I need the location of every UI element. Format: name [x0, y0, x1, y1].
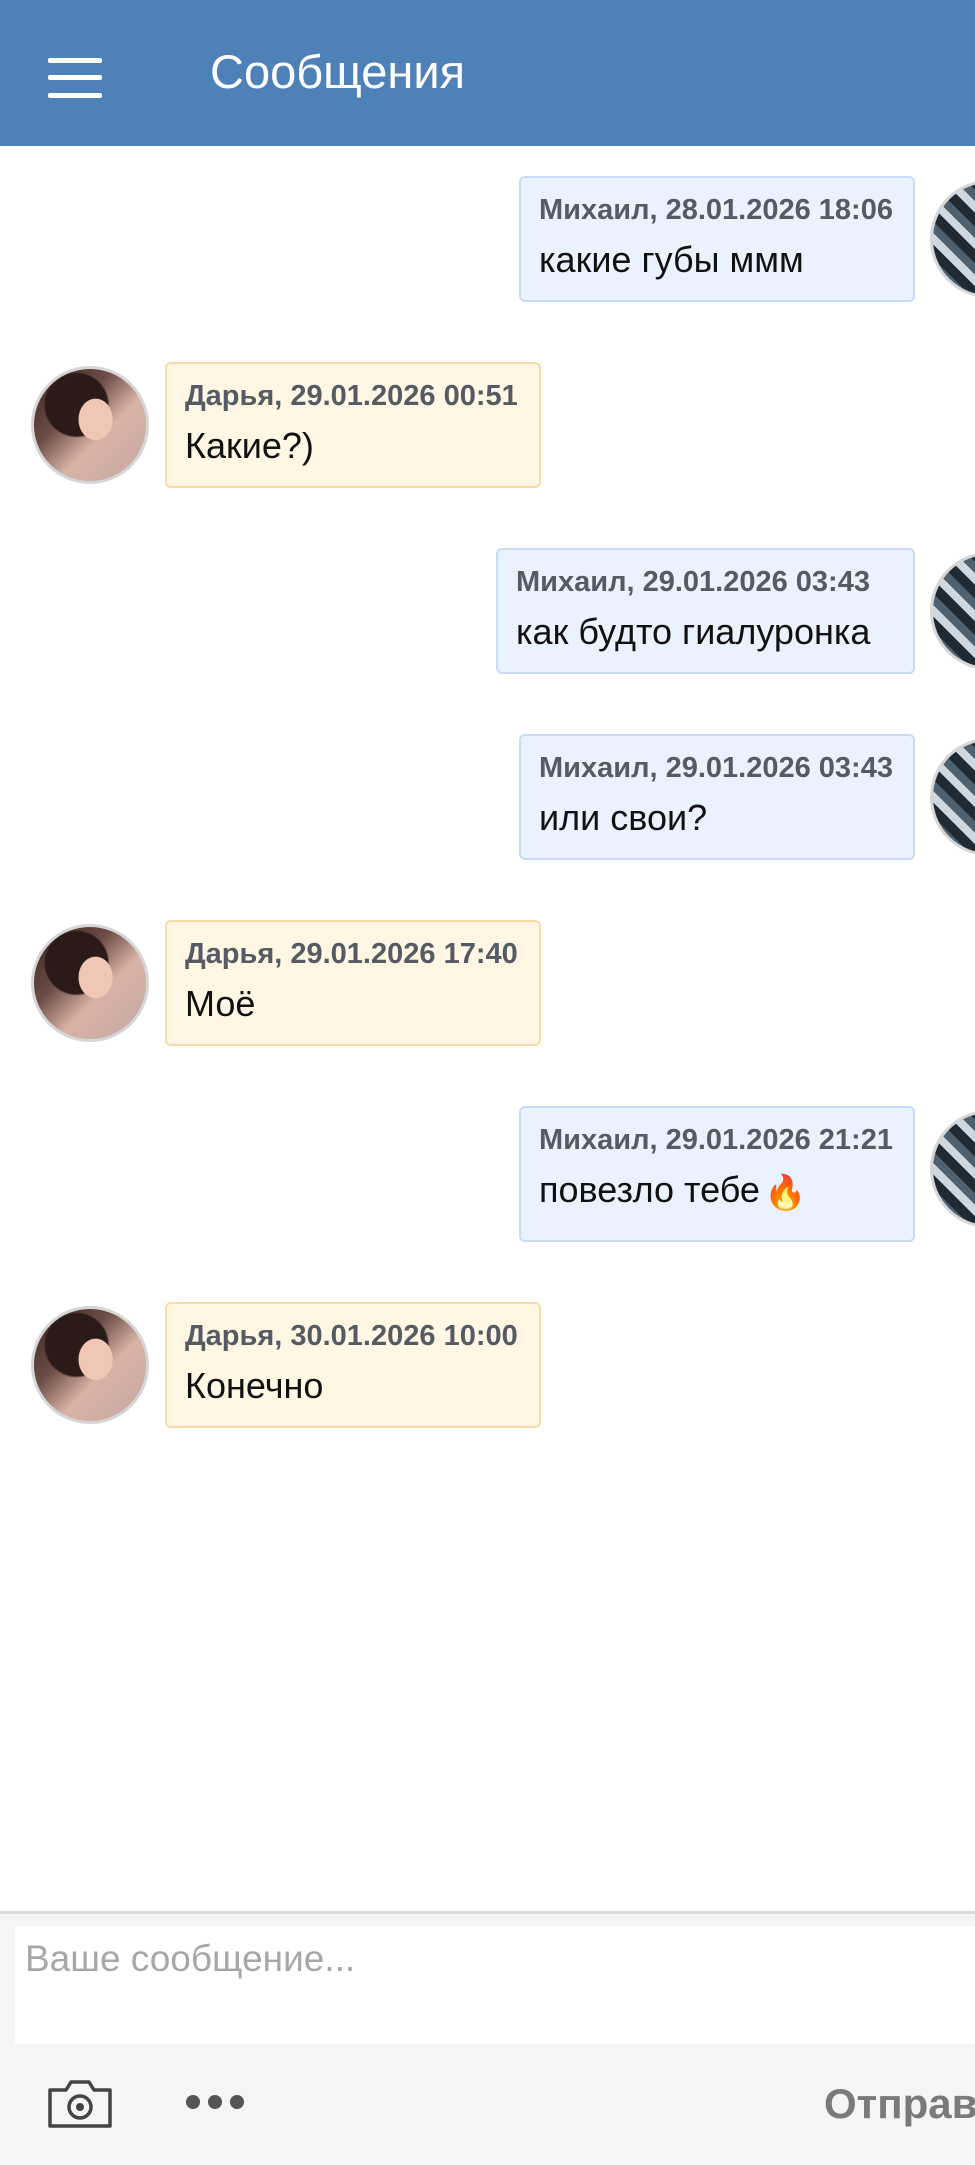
- avatar[interactable]: [31, 924, 149, 1042]
- message-text: какие губы ммм: [539, 239, 804, 280]
- message-bubble-outgoing[interactable]: Михаил, 29.01.2026 21:21 повезло тебе 🔥: [519, 1106, 915, 1242]
- message-meta: Михаил, 29.01.2026 03:43: [516, 566, 870, 598]
- message-bubble-incoming[interactable]: Дарья, 29.01.2026 00:51 Какие?): [165, 362, 541, 488]
- more-dots-icon[interactable]: [186, 2090, 246, 2114]
- message-text-content: повезло тебе: [539, 1169, 760, 1210]
- message-bubble-incoming[interactable]: Дарья, 30.01.2026 10:00 Конечно: [165, 1302, 541, 1428]
- message-input[interactable]: [15, 1926, 975, 2044]
- page-title: Сообщения: [210, 45, 466, 98]
- message-text: Какие?): [185, 425, 314, 466]
- message-bubble-incoming[interactable]: Дарья, 29.01.2026 17:40 Моё: [165, 920, 541, 1046]
- camera-icon[interactable]: [46, 2078, 114, 2130]
- message-text: Моё: [185, 983, 256, 1024]
- message-meta: Михаил, 29.01.2026 21:21: [539, 1124, 893, 1156]
- app-header: Сообщения: [0, 0, 975, 146]
- message-meta: Михаил, 29.01.2026 03:43: [539, 752, 893, 784]
- message-meta: Дарья, 29.01.2026 00:51: [185, 380, 518, 412]
- avatar[interactable]: [930, 552, 975, 670]
- message-text: повезло тебе 🔥: [539, 1166, 895, 1217]
- message-meta: Дарья, 30.01.2026 10:00: [185, 1320, 518, 1352]
- message-meta: Дарья, 29.01.2026 17:40: [185, 938, 518, 970]
- fire-emoji-icon: 🔥: [763, 1174, 807, 1212]
- avatar[interactable]: [930, 1110, 975, 1228]
- avatar[interactable]: [31, 1306, 149, 1424]
- message-bubble-outgoing[interactable]: Михаил, 29.01.2026 03:43 как будто гиалу…: [496, 548, 915, 674]
- hamburger-menu-icon[interactable]: [48, 58, 102, 98]
- message-composer: Отправ: [0, 1911, 975, 2165]
- message-bubble-outgoing[interactable]: Михаил, 29.01.2026 03:43 или свои?: [519, 734, 915, 860]
- message-list[interactable]: Михаил, 28.01.2026 18:06 какие губы ммм …: [0, 146, 975, 1911]
- message-text: Конечно: [185, 1365, 324, 1406]
- message-text: или свои?: [539, 797, 708, 838]
- message-meta: Михаил, 28.01.2026 18:06: [539, 194, 893, 226]
- message-bubble-outgoing[interactable]: Михаил, 28.01.2026 18:06 какие губы ммм: [519, 176, 915, 302]
- avatar[interactable]: [31, 366, 149, 484]
- send-button[interactable]: Отправ: [824, 2074, 975, 2134]
- message-text: как будто гиалуронка: [516, 611, 871, 652]
- avatar[interactable]: [930, 180, 975, 298]
- avatar[interactable]: [930, 738, 975, 856]
